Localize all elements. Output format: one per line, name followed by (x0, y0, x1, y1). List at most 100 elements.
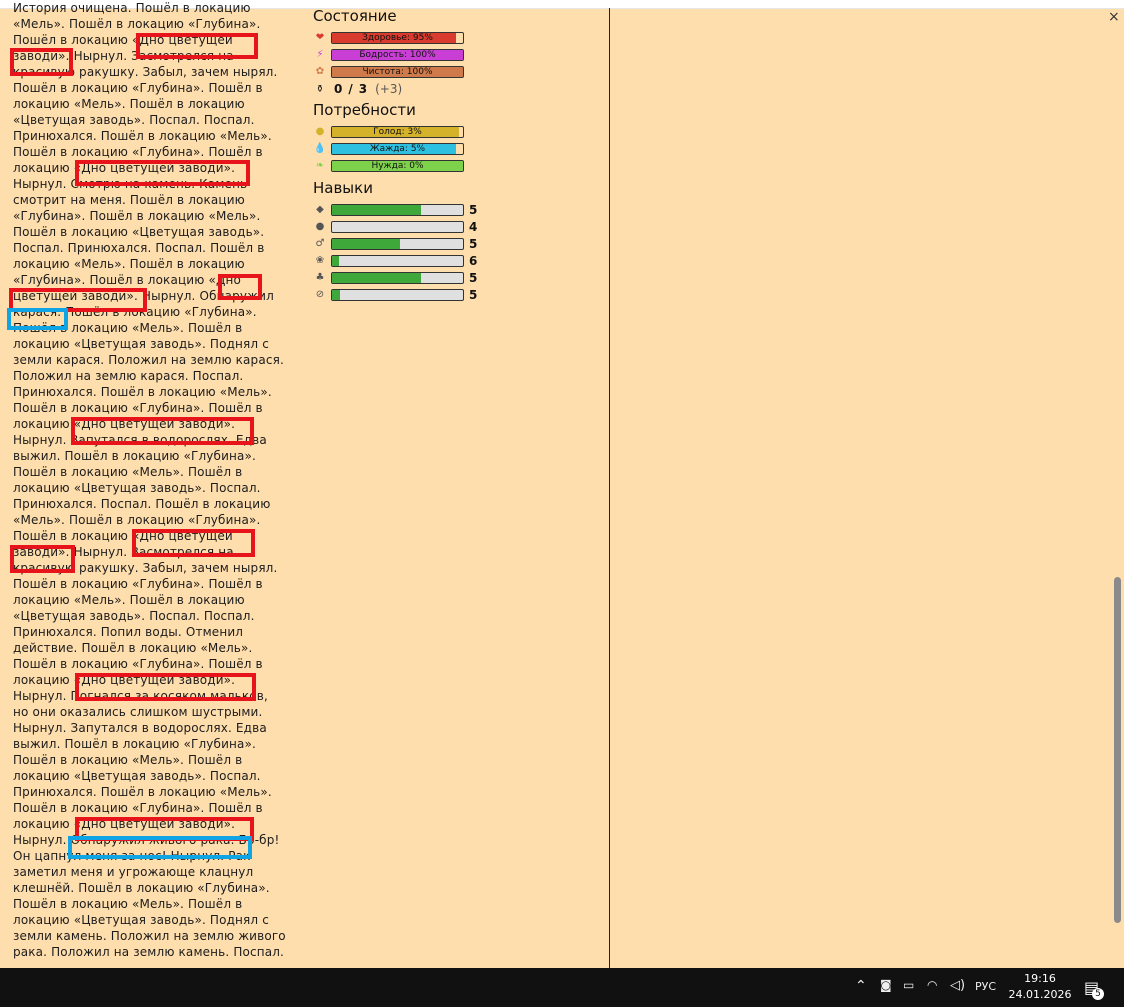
lightning-icon: ⚡ (316, 49, 324, 60)
history-line: Пошёл в локацию «Глубина». Пошёл в (13, 81, 263, 95)
history-line: локацию «Мель». Пошёл в локацию (13, 257, 245, 271)
history-line: «Глубина». Пошёл в локацию «Дно (13, 273, 241, 287)
stat-bar (331, 288, 464, 301)
clock-date: 24.01.2026 (1008, 988, 1072, 1001)
stat-bar (331, 237, 464, 250)
skill-level: 5 (469, 287, 478, 302)
scrollbar[interactable] (1112, 24, 1123, 968)
stat-bar: Здоровье: 95% (331, 31, 464, 44)
history-line: Положил на землю карася. Поспал. (13, 369, 244, 383)
need-icon: ❧ (315, 160, 325, 171)
inventory-max: 3 (358, 82, 368, 96)
inventory-separator: / (348, 82, 353, 96)
character-panel: Состояние ❤ Здоровье: 95% ⚡ Бодрость: 100% ✿… (313, 5, 498, 303)
stat-bar: Бодрость: 100% (331, 48, 464, 61)
speaker-icon[interactable]: ◁) (950, 978, 965, 993)
history-line: «Мель». Пошёл в локацию «Глубина». (13, 513, 261, 527)
camera-icon[interactable]: ◙ (880, 978, 892, 992)
highlight-box (75, 160, 250, 186)
history-line: Пошёл в локацию «Мель». Пошёл в (13, 465, 243, 479)
close-icon[interactable]: × (1108, 9, 1120, 25)
language-indicator[interactable]: РУС (975, 980, 996, 993)
history-line: Принюхался. Поспал. Пошёл в локацию (13, 497, 271, 511)
chevron-up-icon[interactable]: ⌃ (855, 978, 867, 994)
history-line: Принюхался. Пошёл в локацию «Мель». (13, 129, 272, 143)
history-line: Пошёл в локацию «Мель». Пошёл в (13, 753, 243, 767)
thirst-drop-icon: 💧 (313, 143, 327, 154)
history-line: «Цветущая заводь». Поспал. Поспал. (13, 113, 255, 127)
history-line: Пошёл в локацию «Глубина». Пошёл в (13, 577, 263, 591)
heart-icon: ❤ (315, 32, 325, 43)
inventory-jar-icon: ⚱ (315, 83, 325, 95)
clock-time: 19:16 (1024, 972, 1056, 985)
history-line: действие. Пошёл в локацию «Мель». (13, 641, 253, 655)
stat-bar-label: Чистота: 100% (362, 66, 433, 77)
taskbar: ⌃ ◙ ▭ ◠ ◁) РУС 19:16 24.01.2026 ▤ 5 (0, 968, 1124, 1007)
history-line: локацию «Мель». Пошёл в локацию (13, 97, 245, 111)
history-line: заметил меня и угрожающе клацнул (13, 865, 254, 879)
skill-wood-icon: ● (315, 221, 325, 232)
stat-bar (331, 271, 464, 284)
highlight-box (218, 274, 262, 300)
inventory-row: ⚱ 0 / 3 (+3) (313, 80, 498, 98)
stat-row: ⚡ Бодрость: 100% (313, 46, 498, 63)
skill-level: 4 (469, 219, 478, 234)
stat-bar-label: Бодрость: 100% (359, 49, 436, 60)
skill-paw-icon: ❀ (315, 255, 325, 266)
history-line: Принюхался. Пошёл в локацию «Мель». (13, 785, 272, 799)
history-line: смотрит на меня. Пошёл в локацию (13, 193, 245, 207)
stat-bar (331, 203, 464, 216)
history-line: Пошёл в локацию «Глубина». Пошёл в (13, 145, 263, 159)
stat-row: ❤ Здоровье: 95% (313, 29, 498, 46)
panel-divider (609, 8, 610, 968)
skills-title: Навыки (313, 179, 373, 197)
history-line: локацию «Цветущая заводь». Поднял с (13, 913, 269, 927)
stat-bar-label: Нужда: 0% (371, 160, 424, 171)
history-line: «Мель». Пошёл в локацию «Глубина». (13, 17, 261, 31)
stat-row: ❀ 6 (313, 252, 498, 269)
stat-row: ● 4 (313, 218, 498, 235)
stat-bar: Нужда: 0% (331, 159, 464, 172)
history-line: земли карася. Положил на землю карася. (13, 353, 284, 367)
wifi-icon[interactable]: ◠ (927, 978, 937, 992)
history-line: Пошёл в локацию «Цветущая заводь». (13, 225, 265, 239)
history-line: локацию «Цветущая заводь». Поспал. (13, 769, 261, 783)
stat-bar-label: Голод: 3% (373, 126, 422, 137)
history-line: выжил. Пошёл в локацию «Глубина». (13, 737, 256, 751)
stat-row: ◆ 5 (313, 201, 498, 218)
history-line: локацию «Цветущая заводь». Поднял с (13, 337, 269, 351)
scrollbar-thumb[interactable] (1114, 577, 1121, 923)
notification-count-badge: 5 (1092, 988, 1104, 1000)
history-line: История очищена. Пошёл в локацию (13, 1, 251, 15)
history-line: Пошёл в локацию «Глубина». Пошёл в (13, 657, 263, 671)
highlight-box (71, 417, 254, 445)
skill-key-icon: ♂ (315, 238, 325, 249)
stat-row: 💧 Жажда: 5% (313, 140, 498, 157)
skill-tree-icon: ♣ (315, 272, 325, 283)
stat-bar-fill (332, 255, 339, 266)
skill-level: 5 (469, 202, 478, 217)
highlight-box (10, 545, 75, 573)
stat-row: ♣ 5 (313, 269, 498, 286)
highlight-box (132, 529, 255, 557)
history-line: но они оказались слишком шустрыми. (13, 705, 263, 719)
history-line: Поспал. Принюхался. Поспал. Пошёл в (13, 241, 265, 255)
skill-level: 5 (469, 236, 478, 251)
history-line: Пошёл в локацию «Мель». Пошёл в (13, 897, 243, 911)
stat-bar: Жажда: 5% (331, 142, 464, 155)
highlight-box (136, 33, 258, 59)
history-line: «Глубина». Пошёл в локацию «Мель». (13, 209, 261, 223)
stat-row: ⊘ 5 (313, 286, 498, 303)
clock[interactable]: 19:16 24.01.2026 (1000, 971, 1080, 1003)
skill-level: 5 (469, 270, 478, 285)
battery-icon[interactable]: ▭ (903, 978, 914, 992)
state-title: Состояние (313, 7, 397, 25)
stat-bar: Голод: 3% (331, 125, 464, 138)
history-line: Пошёл в локацию «Глубина». Пошёл в (13, 401, 263, 415)
stat-bar-label: Жажда: 5% (369, 143, 426, 154)
highlight-box (68, 836, 252, 859)
cleanliness-icon: ✿ (315, 66, 325, 77)
inventory-count: 0 (334, 82, 343, 96)
stat-row: ✿ Чистота: 100% (313, 63, 498, 80)
needs-title: Потребности (313, 101, 416, 119)
